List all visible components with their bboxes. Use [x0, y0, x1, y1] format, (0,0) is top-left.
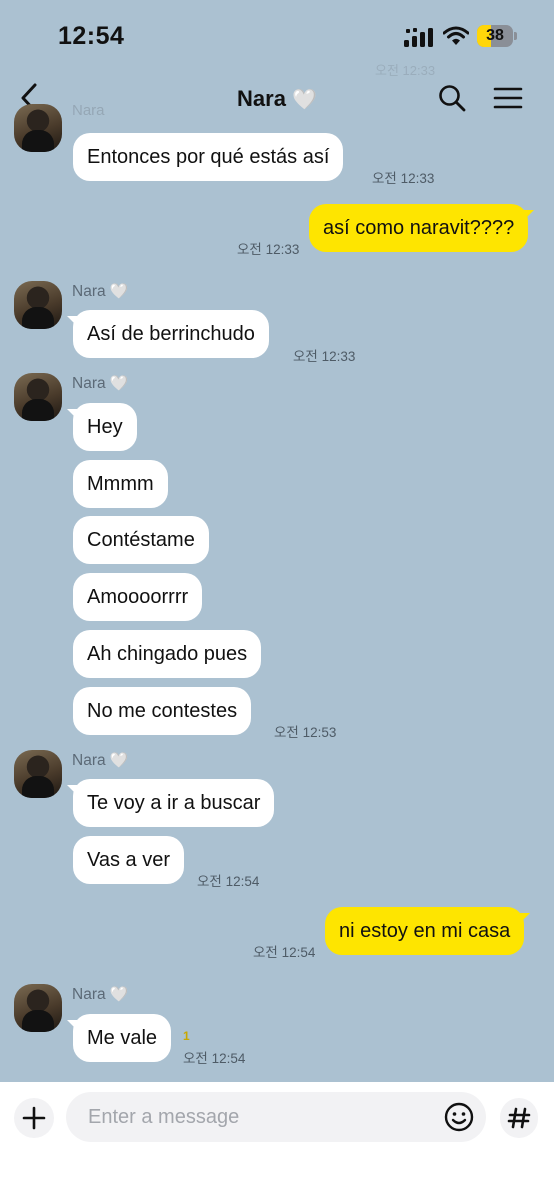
- battery-indicator: 38: [477, 25, 513, 47]
- heart-icon: 🤍: [109, 752, 129, 769]
- status-bar: 12:54 38: [0, 0, 554, 70]
- incoming-message-bubble[interactable]: Así de berrinchudo: [67, 310, 269, 358]
- message-timestamp: 오전 12:33: [237, 242, 300, 257]
- incoming-message-bubble[interactable]: Te voy a ir a buscar: [66, 779, 275, 827]
- emoji-icon[interactable]: [443, 1101, 475, 1133]
- plus-icon: [22, 1106, 46, 1130]
- message-timestamp: 오전 12:54: [253, 945, 316, 960]
- heart-icon: 🤍: [109, 986, 129, 1003]
- message-timestamp: 오전 12:33: [293, 349, 356, 364]
- incoming-message-bubble[interactable]: Entonces por qué estás así: [73, 133, 344, 181]
- search-icon[interactable]: [438, 84, 466, 112]
- sender-name: Nara 🤍: [72, 282, 129, 301]
- menu-icon[interactable]: [493, 86, 523, 110]
- battery-percent: 38: [486, 27, 504, 44]
- wifi-icon: [443, 26, 469, 45]
- incoming-message-bubble[interactable]: Hey: [67, 403, 137, 451]
- incoming-message-bubble[interactable]: Amoooorrrr: [73, 573, 203, 621]
- outgoing-message-bubble[interactable]: así como naravit????: [309, 204, 535, 252]
- avatar[interactable]: [14, 281, 62, 329]
- battery-tip: [514, 32, 517, 40]
- sender-name: Nara 🤍: [72, 985, 129, 1004]
- heart-icon: 🤍: [109, 375, 129, 392]
- message-composer: [0, 1082, 554, 1199]
- status-time: 12:54: [58, 22, 125, 50]
- heart-icon: 🤍: [109, 283, 129, 300]
- incoming-message-bubble[interactable]: Me vale: [66, 1014, 172, 1062]
- cellular-signal-icon: [404, 28, 433, 47]
- sender-name-text: Nara: [72, 283, 106, 300]
- message-timestamp: 오전 12:54: [183, 1051, 246, 1066]
- avatar[interactable]: [14, 750, 62, 798]
- incoming-message-bubble[interactable]: No me contestes: [73, 687, 252, 735]
- incoming-message-bubble[interactable]: Ah chingado pues: [73, 630, 262, 678]
- sender-name: Nara 🤍: [72, 374, 129, 393]
- avatar[interactable]: [14, 984, 62, 1032]
- incoming-message-bubble[interactable]: Mmmm: [73, 460, 168, 508]
- outgoing-message-bubble[interactable]: ni estoy en mi casa: [325, 907, 531, 955]
- message-input[interactable]: [66, 1092, 486, 1142]
- hashtag-icon: [507, 1107, 531, 1129]
- heart-icon: 🤍: [292, 89, 317, 111]
- chat-title-name: Nara: [237, 86, 286, 111]
- sender-name: Nara 🤍: [72, 751, 129, 770]
- message-timestamp: 오전 12:33: [372, 171, 435, 186]
- sender-name-text: Nara: [72, 375, 106, 392]
- sender-name-text: Nara: [72, 986, 106, 1003]
- incoming-message-bubble[interactable]: Contéstame: [73, 516, 209, 564]
- sender-name-text: Nara: [72, 752, 106, 769]
- message-timestamp: 오전 12:53: [274, 725, 337, 740]
- unread-count: 1: [183, 1029, 190, 1043]
- avatar[interactable]: [14, 104, 62, 152]
- chat-header: Nara 🤍: [0, 70, 554, 128]
- avatar[interactable]: [14, 373, 62, 421]
- incoming-message-bubble[interactable]: Vas a ver: [73, 836, 184, 884]
- message-timestamp: 오전 12:54: [197, 874, 260, 889]
- attach-button[interactable]: [14, 1098, 54, 1138]
- sender-name-scrolled: Nara: [72, 102, 105, 119]
- hashtag-button[interactable]: [500, 1098, 538, 1138]
